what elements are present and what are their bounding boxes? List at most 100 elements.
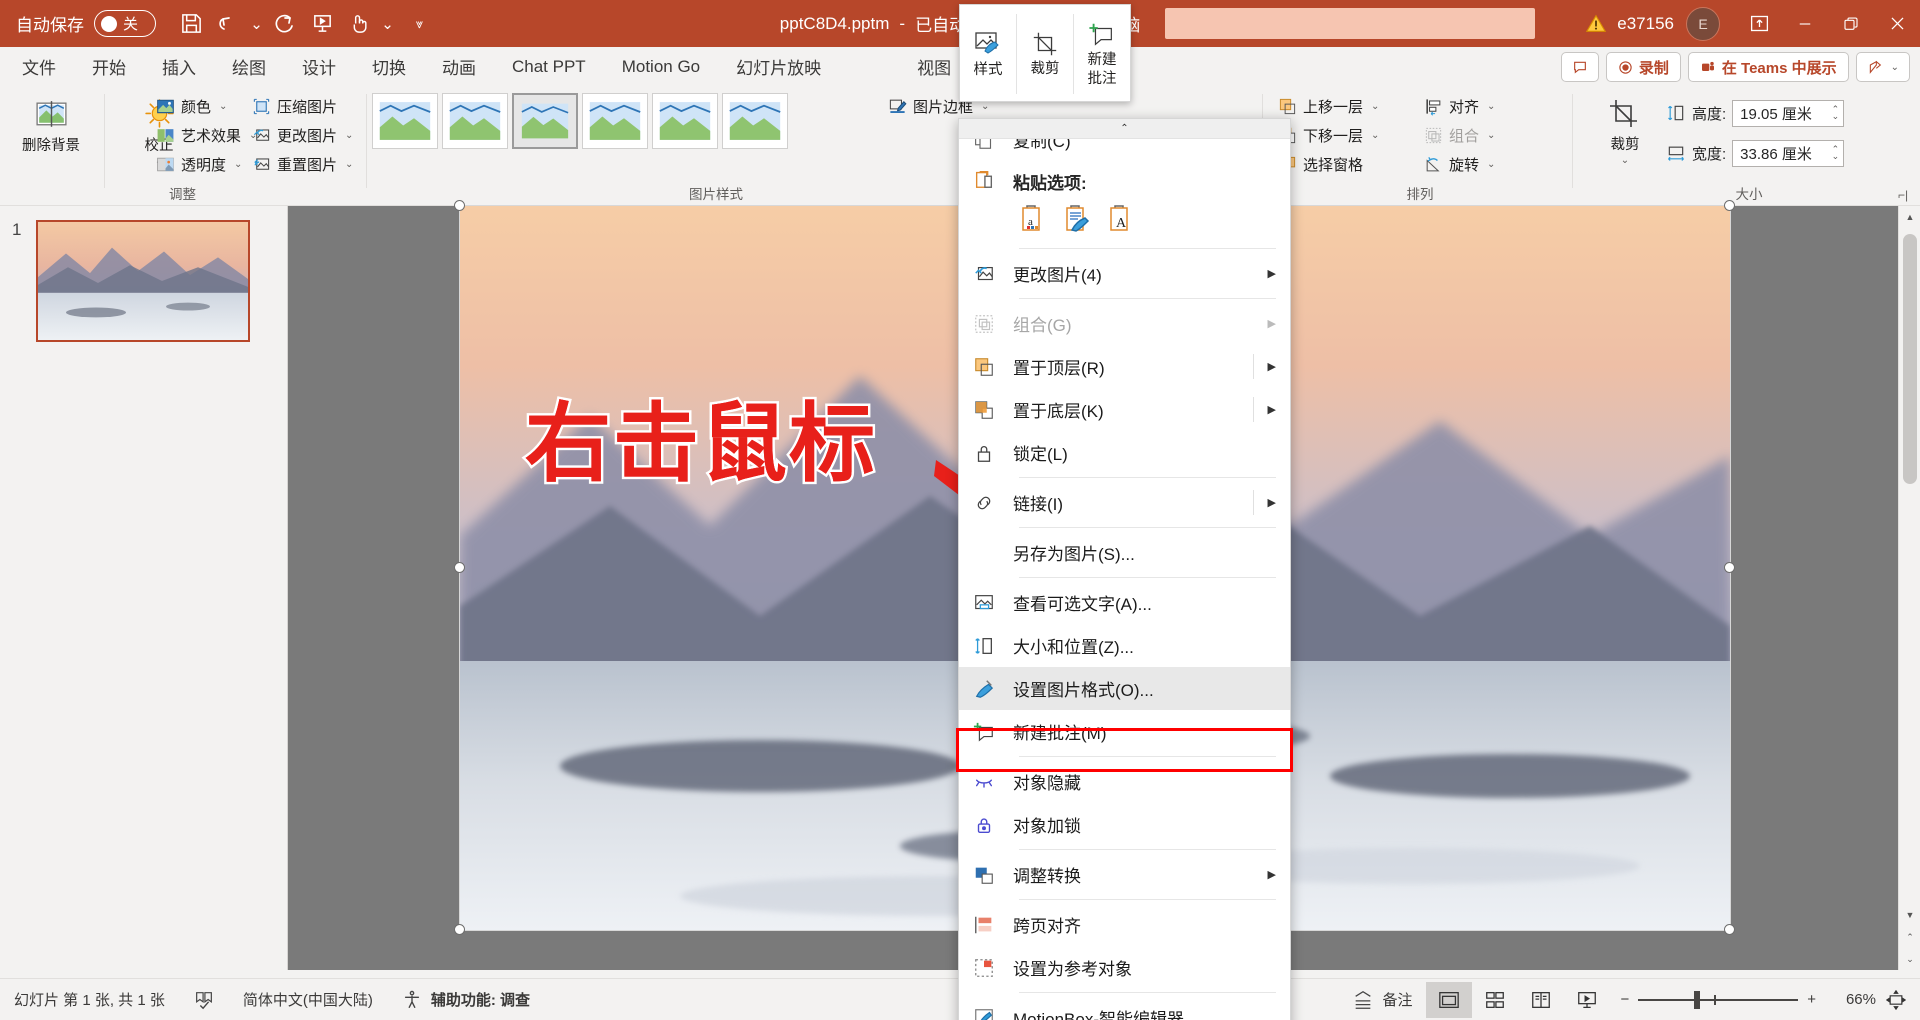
start-slideshow-icon[interactable]: [305, 7, 339, 41]
reading-view-button[interactable]: [1518, 982, 1564, 1018]
ribbon-display-options-icon[interactable]: [1736, 0, 1782, 47]
change-picture-caret-icon[interactable]: ⌄: [345, 130, 353, 141]
context-menu-partial-item[interactable]: 复制(C): [959, 139, 1290, 161]
tab-slideshow[interactable]: 幻灯片放映: [718, 47, 839, 86]
comments-button[interactable]: [1560, 52, 1599, 82]
scroll-up-arrow-icon[interactable]: ▲: [1899, 206, 1920, 228]
align-caret-icon[interactable]: ⌄: [1487, 101, 1495, 112]
vertical-scrollbar[interactable]: ▲ ▼ ⌃ ⌄: [1898, 206, 1920, 970]
language-indicator[interactable]: 简体中文(中国大陆): [229, 979, 387, 1020]
slide-thumbnail-1[interactable]: [36, 220, 250, 342]
context-item-bring-to-front[interactable]: 置于顶层(R) ▶: [959, 345, 1290, 388]
tab-chat-ppt[interactable]: Chat PPT: [494, 47, 604, 86]
minimize-icon[interactable]: [1782, 0, 1828, 47]
send-backward-button[interactable]: 下移一层 ⌄: [1274, 121, 1424, 150]
autosave-control[interactable]: 自动保存 关: [16, 10, 156, 37]
transparency-caret-icon[interactable]: ⌄: [234, 159, 242, 170]
context-item-format-picture[interactable]: 设置图片格式(O)...: [959, 667, 1290, 710]
document-filename[interactable]: pptC8D4.pptm: [780, 14, 890, 34]
height-spinner[interactable]: ⌃ ⌄: [1832, 105, 1840, 121]
warning-icon[interactable]: [1581, 9, 1611, 39]
resize-handle-nw[interactable]: [454, 200, 465, 211]
touch-mode-icon[interactable]: [342, 7, 376, 41]
artistic-effects-button[interactable]: 艺术效果 ⌄: [152, 121, 262, 150]
context-item-save-as-picture[interactable]: 另存为图片(S)...: [959, 531, 1290, 574]
bring-forward-button[interactable]: 上移一层 ⌄: [1274, 92, 1424, 121]
reset-picture-button[interactable]: 重置图片 ⌄: [248, 150, 373, 179]
context-item-change-picture[interactable]: 更改图片(4) ▶: [959, 252, 1290, 295]
change-picture-button[interactable]: 更改图片 ⌄: [248, 121, 373, 150]
scrollbar-thumb[interactable]: [1903, 234, 1917, 484]
save-icon[interactable]: [174, 7, 208, 41]
autosave-toggle[interactable]: 关: [94, 10, 156, 37]
context-item-lock[interactable]: 锁定(L): [959, 431, 1290, 474]
accessibility-indicator[interactable]: 辅助功能: 调查: [387, 979, 544, 1020]
zoom-in-button[interactable]: +: [1807, 991, 1816, 1008]
crop-caret-icon[interactable]: ⌄: [1621, 155, 1629, 166]
send-backward-caret-icon[interactable]: ⌄: [1371, 130, 1379, 141]
compress-picture-button[interactable]: 压缩图片: [248, 92, 373, 121]
context-item-copy[interactable]: 复制(C): [959, 139, 1290, 161]
rotate-caret-icon[interactable]: ⌄: [1487, 159, 1495, 170]
tab-insert[interactable]: 插入: [144, 47, 214, 86]
previous-slide-button[interactable]: ⌃: [1899, 926, 1920, 948]
paste-text-only-icon[interactable]: A: [1105, 203, 1135, 237]
resize-handle-w[interactable]: [454, 562, 465, 573]
resize-handle-se[interactable]: [1724, 924, 1735, 935]
tab-animations[interactable]: 动画: [424, 47, 494, 86]
picture-style-thumb[interactable]: [372, 93, 438, 149]
transparency-button[interactable]: 透明度 ⌄: [152, 150, 262, 179]
paste-picture-icon[interactable]: [1061, 203, 1091, 237]
tab-design[interactable]: 设计: [284, 47, 354, 86]
bring-forward-caret-icon[interactable]: ⌄: [1371, 101, 1379, 112]
crop-button[interactable]: 裁剪 ⌄: [1582, 91, 1668, 166]
resize-handle-sw[interactable]: [454, 924, 465, 935]
align-button[interactable]: 对齐 ⌄: [1420, 92, 1550, 121]
slideshow-view-button[interactable]: [1564, 982, 1610, 1018]
mini-styles-button[interactable]: 样式: [960, 5, 1016, 103]
reset-picture-caret-icon[interactable]: ⌄: [345, 159, 353, 170]
touch-dropdown-caret-icon[interactable]: ⌄: [379, 7, 396, 41]
user-name[interactable]: e37156: [1617, 14, 1674, 34]
avatar[interactable]: E: [1686, 6, 1720, 41]
context-menu-scroll-up[interactable]: ⌃: [959, 119, 1290, 139]
zoom-level[interactable]: 66%: [1826, 991, 1876, 1008]
share-caret-icon[interactable]: ⌄: [1891, 62, 1899, 73]
mini-crop-button[interactable]: 裁剪: [1017, 5, 1073, 103]
search-box[interactable]: [1165, 8, 1535, 39]
width-input[interactable]: 33.86 厘米 ⌃ ⌄: [1732, 139, 1845, 167]
undo-dropdown-caret-icon[interactable]: ⌄: [248, 7, 265, 41]
qat-more-icon[interactable]: ⩔: [411, 7, 428, 41]
resize-handle-e[interactable]: [1724, 562, 1735, 573]
size-dialog-launcher-icon[interactable]: ⌐|: [1898, 188, 1914, 204]
undo-icon[interactable]: [211, 7, 245, 41]
slide-sorter-view-button[interactable]: [1472, 982, 1518, 1018]
picture-style-thumb[interactable]: [582, 93, 648, 149]
context-item-lock-object[interactable]: 对象加锁: [959, 803, 1290, 846]
restore-icon[interactable]: [1828, 0, 1874, 47]
spellcheck-button[interactable]: [179, 979, 229, 1020]
context-item-set-reference-object[interactable]: 设置为参考对象: [959, 946, 1290, 989]
zoom-track[interactable]: [1638, 990, 1799, 1009]
record-button[interactable]: 录制: [1605, 52, 1681, 82]
zoom-out-button[interactable]: −: [1620, 991, 1629, 1008]
resize-handle-ne[interactable]: [1724, 200, 1735, 211]
slide-info[interactable]: 幻灯片 第 1 张, 共 1 张: [0, 979, 179, 1020]
zoom-knob[interactable]: [1694, 990, 1701, 1009]
color-caret-icon[interactable]: ⌄: [219, 101, 227, 112]
zoom-slider[interactable]: − +: [1610, 990, 1826, 1009]
present-in-teams-button[interactable]: 在 Teams 中展示: [1687, 52, 1849, 82]
width-spinner[interactable]: ⌃ ⌄: [1832, 145, 1840, 161]
context-item-size-and-position[interactable]: 大小和位置(Z)...: [959, 624, 1290, 667]
picture-style-thumb[interactable]: [442, 93, 508, 149]
color-button[interactable]: 颜色 ⌄: [152, 92, 262, 121]
context-item-send-to-back[interactable]: 置于底层(K) ▶: [959, 388, 1290, 431]
next-slide-button[interactable]: ⌄: [1899, 948, 1920, 970]
tab-motion-go[interactable]: Motion Go: [604, 47, 718, 86]
context-item-motionbox[interactable]: MotionBox-智能编辑器: [959, 996, 1290, 1020]
tab-transitions[interactable]: 切换: [354, 47, 424, 86]
scroll-down-arrow-icon[interactable]: ▼: [1899, 904, 1920, 926]
context-item-adjust-convert[interactable]: 调整转换 ▶: [959, 853, 1290, 896]
paste-keep-source-icon[interactable]: a: [1017, 203, 1047, 237]
height-input[interactable]: 19.05 厘米 ⌃ ⌄: [1732, 99, 1845, 127]
